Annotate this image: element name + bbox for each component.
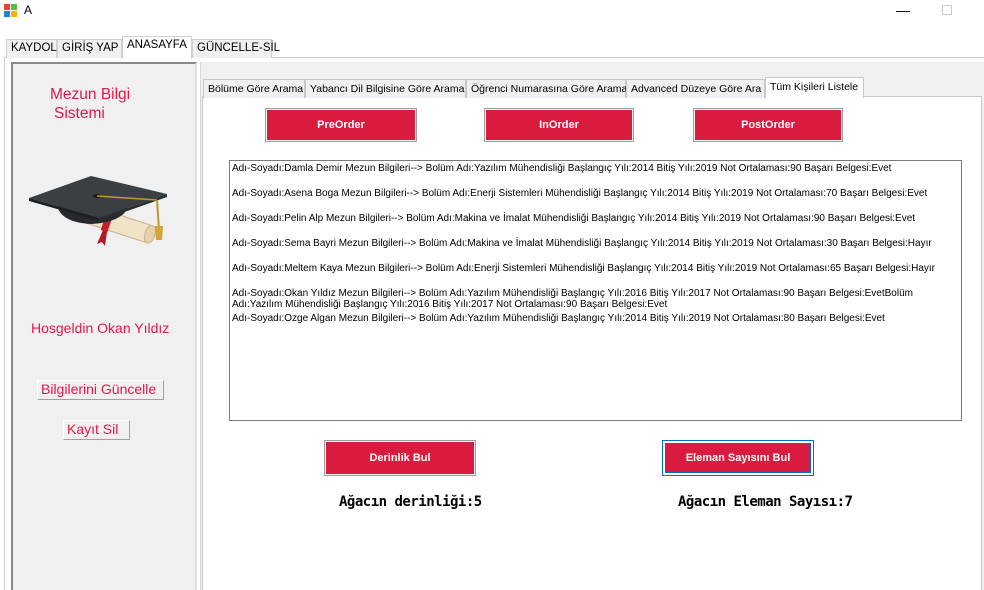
graduate-listbox[interactable]: Adı-Soyadı:Damla Demir Mezun Bilgileri--… [229, 160, 962, 421]
postorder-button[interactable]: PostOrder [693, 108, 843, 142]
sidebar: Mezun Bilgi Sistemi Hosgeldin Okan Yıldı… [11, 62, 197, 590]
list-item[interactable]: Adı-Soyadı:Damla Demir Mezun Bilgileri--… [232, 163, 961, 174]
tree-depth-label: Ağacın derinliği:5 [339, 494, 482, 510]
app-name: Mezun Bilgi Sistemi [50, 85, 130, 123]
list-item[interactable]: Adı-Soyadı:Asena Boga Mezun Bilgileri-->… [232, 188, 961, 199]
tab-ogrenci-numarasi-arama[interactable]: Öğrenci Numarasına Göre Arama [466, 79, 627, 98]
tree-count-label: Ağacın Eleman Sayısı:7 [678, 494, 853, 510]
update-info-link[interactable]: Bilgilerini Güncelle [37, 380, 164, 400]
list-item[interactable]: Adı-Soyadı:Okan Yıldız Mezun Bilgileri--… [232, 288, 961, 310]
tab-guncelle-sil[interactable]: GÜNCELLE-SİL [192, 39, 280, 58]
list-item[interactable]: Adı-Soyadı:Ozge Algan Mezun Bilgileri-->… [232, 313, 961, 324]
tab-giris-yap[interactable]: GİRİŞ YAP [57, 39, 122, 58]
list-item[interactable]: Adı-Soyadı:Meltem Kaya Mezun Bilgileri--… [232, 263, 961, 274]
maximize-icon [942, 5, 952, 15]
tab-yabanci-dil-arama[interactable]: Yabancı Dil Bilgisine Göre Arama [305, 79, 466, 98]
tab-anasayfa[interactable]: ANASAYFA [122, 36, 192, 59]
app-name-line1: Mezun Bilgi [50, 86, 131, 103]
tab-bolume-gore-arama[interactable]: Bölüme Göre Arama [203, 79, 305, 98]
welcome-message: Hosgeldin Okan Yıldız [31, 320, 170, 336]
tab-advanced-duzey-ara[interactable]: Advanced Düzeye Göre Ara [626, 79, 765, 98]
find-count-button[interactable]: Eleman Sayısını Bul [662, 440, 814, 476]
maximize-button[interactable] [924, 0, 970, 22]
find-depth-button[interactable]: Derinlik Bul [324, 440, 476, 476]
preorder-button[interactable]: PreOrder [265, 108, 417, 142]
list-item[interactable]: Adı-Soyadı:Sema Bayri Mezun Bilgileri-->… [232, 238, 961, 249]
delete-record-link[interactable]: Kayıt Sil [63, 420, 130, 440]
window-title: A [24, 3, 33, 17]
tab-kaydol[interactable]: KAYDOL [6, 39, 57, 58]
list-item[interactable]: Adı-Soyadı:Pelin Alp Mezun Bilgileri--> … [232, 213, 961, 224]
inorder-button[interactable]: InOrder [484, 108, 634, 142]
app-icon [4, 4, 18, 18]
tab-tum-kisileri-listele[interactable]: Tüm Kişileri Listele [765, 77, 864, 98]
graduation-cap-diploma-icon [29, 176, 167, 246]
minimize-button[interactable]: — [880, 0, 926, 22]
title-bar: A — [0, 0, 984, 30]
app-name-line2: Sistemi [54, 105, 105, 122]
